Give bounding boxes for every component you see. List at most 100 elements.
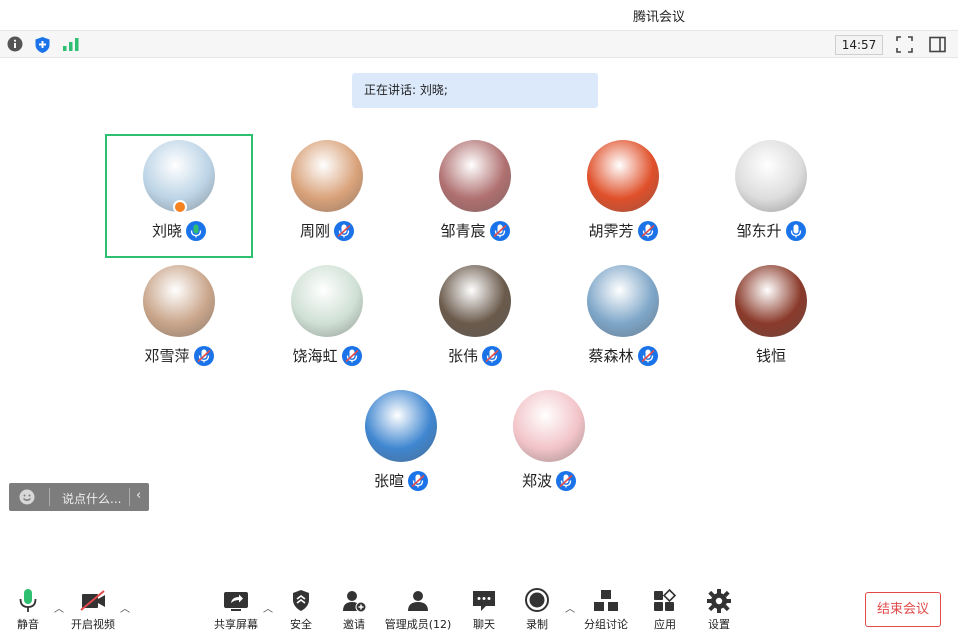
mic-muted-icon: [637, 345, 658, 366]
participant-name: 张暄: [373, 472, 404, 490]
emoji-icon[interactable]: [19, 489, 35, 505]
participant-tile[interactable]: 邹东升: [697, 134, 845, 258]
share-options-chevron-icon[interactable]: ︿: [263, 600, 273, 615]
avatar: [587, 265, 659, 337]
shield-icon[interactable]: [34, 36, 52, 54]
participant-tile[interactable]: 饶海虹: [253, 259, 401, 383]
mute-options-chevron-icon[interactable]: ︿: [54, 600, 64, 615]
chat-label: 聊天: [473, 618, 495, 631]
participant-name: 钱恒: [755, 347, 786, 365]
participant-tile[interactable]: 邹青宸: [401, 134, 549, 258]
participant-tile[interactable]: 蔡森林: [549, 259, 697, 383]
participant-name-row: 蔡森林: [549, 345, 697, 366]
breakout-label: 分组讨论: [584, 618, 628, 631]
participant-name: 蔡森林: [588, 347, 634, 365]
participant-name-row: 邹青宸: [401, 220, 549, 241]
participant-name-row: 胡霁芳: [549, 220, 697, 241]
add-user-icon: [340, 588, 368, 614]
avatar: [365, 390, 437, 462]
side-panel-icon[interactable]: [929, 36, 947, 54]
end-meeting-button[interactable]: 结束会议: [865, 592, 941, 627]
participant-name-row: 刘晓: [107, 220, 251, 241]
avatar: [587, 140, 659, 212]
chat-button[interactable]: 聊天: [469, 588, 499, 632]
apps-button[interactable]: 应用: [650, 588, 680, 632]
participant-name: 郑波: [521, 472, 552, 490]
microphone-icon: [186, 220, 206, 241]
avatar: [143, 265, 215, 337]
participant-name: 胡霁芳: [588, 222, 634, 240]
video-button[interactable]: 开启视频: [68, 588, 118, 632]
chat-input-box[interactable]: 说点什么... ‹: [9, 483, 149, 511]
manage-members-button[interactable]: 管理成员(12): [384, 588, 452, 632]
avatar: [735, 140, 807, 212]
gear-icon: [705, 588, 733, 614]
participant-tile[interactable]: 张暄: [327, 384, 475, 508]
microphone-icon: [14, 588, 42, 614]
settings-button[interactable]: 设置: [704, 588, 734, 632]
mic-muted-icon: [341, 345, 362, 366]
participant-tile[interactable]: 张伟: [401, 259, 549, 383]
video-options-chevron-icon[interactable]: ︿: [120, 600, 130, 615]
participant-name: 邓雪萍: [144, 347, 190, 365]
camera-off-icon: [79, 588, 107, 614]
participant-name: 张伟: [447, 347, 478, 365]
participant-tile[interactable]: 周刚: [253, 134, 401, 258]
share-screen-button[interactable]: 共享屏幕: [212, 588, 260, 632]
breakout-rooms-icon: [592, 588, 620, 614]
avatar: [439, 140, 511, 212]
apps-label: 应用: [654, 618, 676, 631]
divider: [49, 488, 50, 506]
participant-name: 邹青宸: [440, 222, 486, 240]
microphone-icon: [785, 220, 806, 241]
participant-name-row: 钱恒: [697, 345, 845, 366]
chat-placeholder[interactable]: 说点什么...: [62, 490, 121, 507]
participant-name: 周刚: [299, 222, 330, 240]
video-label: 开启视频: [71, 618, 115, 631]
manage-members-label: 管理成员(12): [384, 618, 452, 631]
collapse-chevron-icon[interactable]: ‹: [136, 488, 141, 503]
top-toolbar: 14:57: [0, 30, 958, 58]
share-screen-icon: [222, 588, 250, 614]
title-bar: 腾讯会议: [0, 0, 958, 30]
participant-name-row: 周刚: [253, 220, 401, 241]
mic-muted-icon: [334, 220, 354, 241]
participant-tile[interactable]: 钱恒: [697, 259, 845, 383]
mic-muted-icon: [193, 345, 214, 366]
invite-label: 邀请: [343, 618, 365, 631]
bottom-toolbar: 静音 ︿ 开启视频 ︿ 共享屏幕 ︿ 安全 邀请 管理成员(12) 聊天 录制 …: [0, 580, 958, 636]
mic-muted-icon: [408, 470, 428, 491]
mute-button[interactable]: 静音: [12, 588, 44, 632]
participant-tile[interactable]: 胡霁芳: [549, 134, 697, 258]
avatar: [513, 390, 585, 462]
record-icon: [523, 588, 551, 614]
participant-tile[interactable]: 邓雪萍: [105, 259, 253, 383]
info-icon[interactable]: [7, 36, 25, 54]
signal-icon[interactable]: [62, 36, 80, 54]
participant-tile[interactable]: 郑波: [475, 384, 623, 508]
breakout-button[interactable]: 分组讨论: [582, 588, 630, 632]
mic-muted-icon: [556, 470, 576, 491]
host-badge-icon: [173, 200, 187, 214]
record-button[interactable]: 录制: [522, 588, 552, 632]
invite-button[interactable]: 邀请: [339, 588, 369, 632]
security-shield-icon: [287, 588, 315, 614]
chat-icon: [470, 588, 498, 614]
security-label: 安全: [290, 618, 312, 631]
apps-grid-icon: [651, 588, 679, 614]
participant-name-row: 郑波: [475, 470, 623, 491]
fullscreen-icon[interactable]: [896, 36, 914, 54]
security-button[interactable]: 安全: [286, 588, 316, 632]
meeting-clock: 14:57: [835, 35, 883, 55]
participant-name-row: 邹东升: [697, 220, 845, 241]
participant-name-row: 饶海虹: [253, 345, 401, 366]
participant-tile[interactable]: 刘晓: [105, 134, 253, 258]
record-options-chevron-icon[interactable]: ︿: [565, 600, 575, 615]
participant-name: 刘晓: [151, 222, 182, 240]
mic-muted-icon: [489, 220, 510, 241]
avatar: [735, 265, 807, 337]
participant-name: 邹东升: [736, 222, 782, 240]
window-title: 腾讯会议: [632, 10, 685, 25]
share-screen-label: 共享屏幕: [214, 618, 258, 631]
mic-muted-icon: [482, 345, 502, 366]
